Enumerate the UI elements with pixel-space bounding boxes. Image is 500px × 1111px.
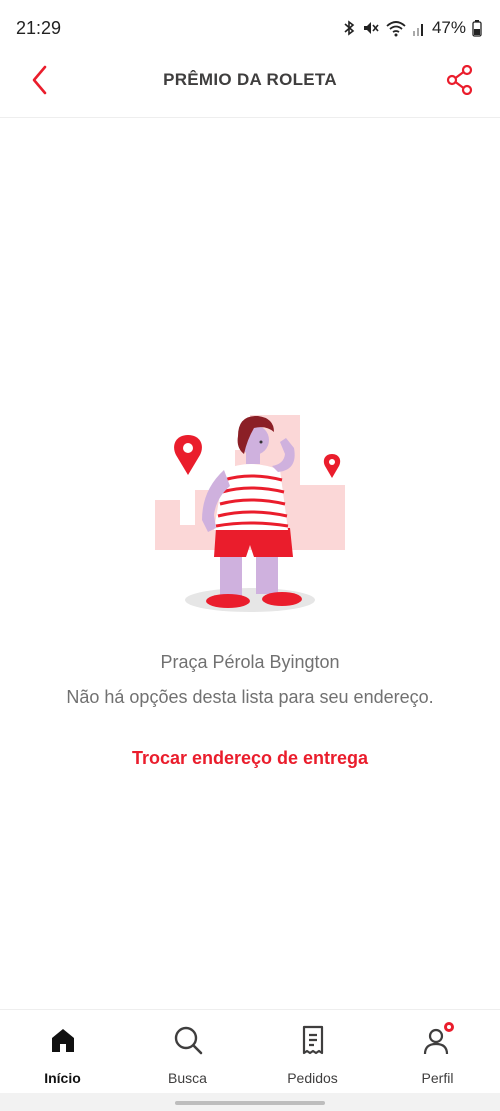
- empty-message: Não há opções desta lista para seu ender…: [66, 687, 434, 707]
- home-bar[interactable]: [175, 1101, 325, 1105]
- battery-percent: 47%: [431, 18, 466, 37]
- nav-item-busca[interactable]: Busca: [138, 1020, 238, 1086]
- wifi-icon: [386, 19, 406, 37]
- home-icon: [43, 1020, 83, 1060]
- profile-icon: [418, 1020, 458, 1060]
- empty-state: Praça Pérola Byington Não há opções dest…: [0, 400, 500, 769]
- notification-badge: [441, 1020, 456, 1034]
- app-header: PRÊMIO DA ROLETA: [0, 56, 500, 118]
- battery-icon: [472, 19, 482, 37]
- home-indicator: [0, 1093, 500, 1111]
- bottom-nav: Início Busca Pedidos Perfil: [0, 1009, 500, 1093]
- search-icon: [168, 1020, 208, 1060]
- status-bar: 21:29 47%: [0, 0, 500, 56]
- nav-item-pedidos[interactable]: Pedidos: [263, 1020, 363, 1086]
- page-title: PRÊMIO DA ROLETA: [163, 70, 337, 89]
- signal-icon: [412, 19, 426, 37]
- share-icon: [446, 65, 473, 95]
- mute-icon: [362, 19, 380, 37]
- change-address-link[interactable]: Trocar endereço de entrega: [132, 748, 368, 769]
- nav-label-inicio: Início: [44, 1070, 81, 1086]
- nav-label-perfil: Perfil: [421, 1070, 454, 1086]
- nav-item-perfil[interactable]: Perfil: [388, 1020, 488, 1086]
- nav-label-busca: Busca: [168, 1070, 207, 1086]
- nav-label-pedidos: Pedidos: [287, 1070, 338, 1086]
- receipt-icon: [293, 1020, 333, 1060]
- status-time: 21:29: [16, 17, 62, 38]
- woman-location-illustration: [155, 415, 345, 612]
- address-name: Praça Pérola Byington: [160, 652, 340, 672]
- bluetooth-icon: [342, 19, 356, 37]
- status-icons: 47%: [342, 18, 482, 38]
- nav-item-inicio[interactable]: Início: [13, 1020, 113, 1086]
- share-button[interactable]: [442, 62, 478, 98]
